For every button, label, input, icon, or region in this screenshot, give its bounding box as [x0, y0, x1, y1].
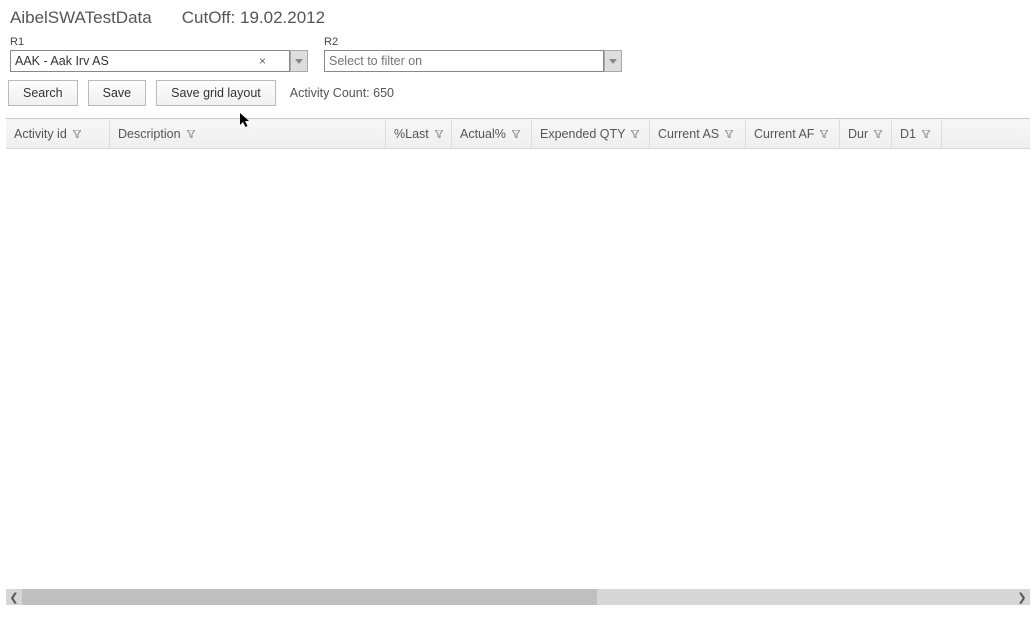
column-header-label: Current AF [754, 127, 814, 141]
filter-r2-input[interactable] [324, 50, 604, 72]
column-header[interactable]: %Last [386, 119, 452, 148]
save-button[interactable]: Save [88, 80, 147, 106]
filter-icon[interactable] [73, 130, 81, 138]
filter-r2-dropdown[interactable] [604, 50, 622, 72]
column-header[interactable]: Expended QTY [532, 119, 650, 148]
filter-r2: R2 [324, 36, 622, 72]
filter-r1-input[interactable] [10, 50, 290, 72]
save-grid-layout-button[interactable]: Save grid layout [156, 80, 276, 106]
column-header[interactable]: Activity id [6, 119, 110, 148]
horizontal-scrollbar[interactable]: ❮ ❯ [6, 589, 1030, 605]
search-button[interactable]: Search [8, 80, 78, 106]
column-header[interactable]: Description [110, 119, 386, 148]
column-header-label: D1 [900, 127, 916, 141]
column-header[interactable]: Dur [840, 119, 892, 148]
scroll-left-icon[interactable]: ❮ [6, 589, 22, 605]
grid-header-row: Activity id Description %Last Actual% Expend… [6, 119, 1030, 149]
column-header-label: Actual% [460, 127, 506, 141]
column-header-label: %Last [394, 127, 429, 141]
column-header[interactable]: Current AF [746, 119, 840, 148]
column-header-label: Current AS [658, 127, 719, 141]
filter-r1-label: R1 [10, 36, 308, 48]
chevron-down-icon [609, 59, 617, 64]
column-header-label: Description [118, 127, 181, 141]
filter-icon[interactable] [187, 130, 195, 138]
clear-icon[interactable]: × [259, 54, 266, 68]
column-header-label: Activity id [14, 127, 67, 141]
activity-count: Activity Count: 650 [290, 86, 394, 100]
data-grid: Activity id Description %Last Actual% Expend… [6, 118, 1030, 605]
filter-r1-dropdown[interactable] [290, 50, 308, 72]
filter-r1: R1 × [10, 36, 308, 72]
filter-icon[interactable] [725, 130, 733, 138]
column-header[interactable]: D1 [892, 119, 942, 148]
scrollbar-thumb[interactable] [22, 589, 597, 605]
filter-icon[interactable] [820, 130, 828, 138]
grid-body [6, 149, 1030, 589]
filter-r2-label: R2 [324, 36, 622, 48]
column-header-label: Dur [848, 127, 868, 141]
filter-icon[interactable] [435, 130, 443, 138]
scroll-right-icon[interactable]: ❯ [1014, 589, 1030, 605]
filter-icon[interactable] [512, 130, 520, 138]
cutoff-label: CutOff: 19.02.2012 [182, 8, 325, 28]
chevron-down-icon [295, 59, 303, 64]
app-title: AibelSWATestData [10, 8, 152, 28]
scrollbar-track[interactable] [22, 589, 1014, 605]
filter-icon[interactable] [631, 130, 639, 138]
filter-icon[interactable] [922, 130, 930, 138]
filter-icon[interactable] [874, 130, 882, 138]
column-header[interactable]: Actual% [452, 119, 532, 148]
column-header-filler [942, 119, 1030, 148]
column-header[interactable]: Current AS [650, 119, 746, 148]
column-header-label: Expended QTY [540, 127, 625, 141]
